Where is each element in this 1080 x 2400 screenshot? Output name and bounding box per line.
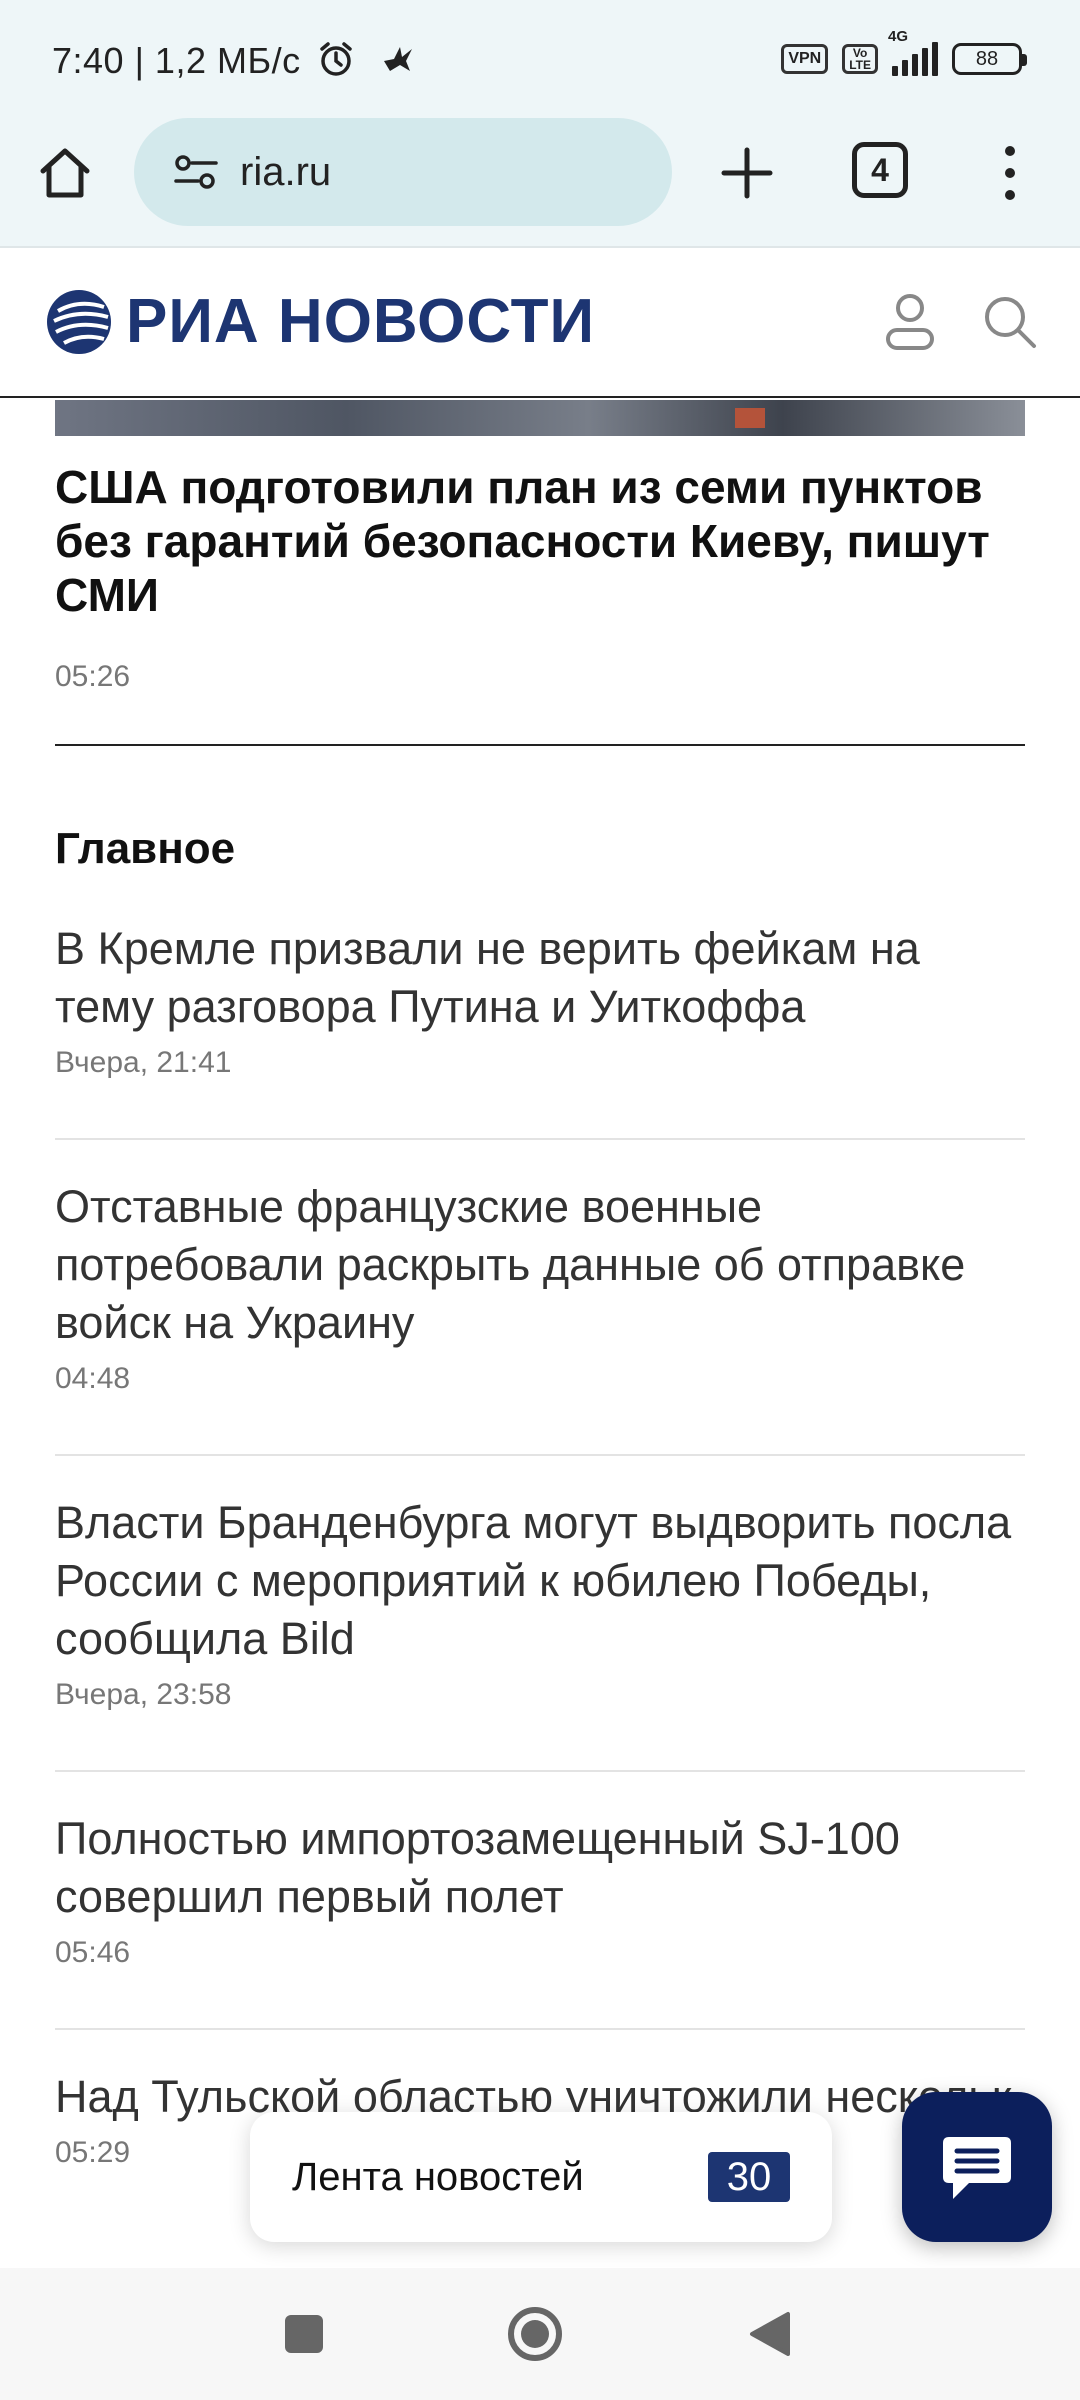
news-title[interactable]: Полностью импортозамещенный SJ-100 совер… — [55, 1810, 1025, 1926]
new-tab-button[interactable] — [712, 138, 782, 208]
news-time: 04:48 — [55, 1362, 131, 1395]
site-settings-icon[interactable] — [174, 152, 218, 192]
hero-time: 05:26 — [55, 660, 131, 693]
news-item[interactable]: В Кремле призвали не верить фейкам на те… — [55, 920, 1025, 1080]
news-feed-label: Лента новостей — [292, 2154, 584, 2199]
battery-icon: 88 — [952, 43, 1027, 75]
browser-chrome: 7:40 | 1,2 МБ/с VPN Vo LTE 4G 88 ria.ru … — [0, 0, 1080, 248]
news-time: Вчера, 21:41 — [55, 1046, 232, 1079]
status-bar: 7:40 | 1,2 МБ/с VPN Vo LTE 4G 88 — [0, 0, 1080, 118]
url-text: ria.ru — [240, 149, 332, 194]
user-icon[interactable] — [880, 290, 940, 354]
circle-icon — [508, 2307, 562, 2361]
browser-menu-button[interactable] — [990, 138, 1030, 208]
news-divider — [55, 1138, 1025, 1140]
search-icon[interactable] — [980, 292, 1040, 352]
logo-text: РИА НОВОСТИ — [126, 287, 596, 356]
network-type: 4G — [888, 28, 909, 45]
signal-icon: 4G — [888, 28, 938, 76]
news-item[interactable]: Полностью импортозамещенный SJ-100 совер… — [55, 1810, 1025, 1970]
menu-dot — [1005, 190, 1015, 200]
bird-notification-icon — [380, 41, 416, 86]
hero-title[interactable]: США подготовили план из семи пунктов без… — [55, 460, 1035, 622]
battery-level: 88 — [975, 47, 999, 70]
news-time: Вчера, 23:58 — [55, 1678, 232, 1711]
news-feed-count: 30 — [708, 2152, 790, 2202]
triangle-back-icon — [750, 2312, 790, 2356]
home-nav-button[interactable] — [505, 2304, 565, 2364]
news-item[interactable]: Отставные французские военные потребовал… — [55, 1178, 1025, 1396]
browser-toolbar: ria.ru 4 — [0, 118, 1080, 248]
site-header: РИА НОВОСТИ — [0, 250, 1080, 398]
news-divider — [55, 1770, 1025, 1772]
home-icon — [40, 148, 90, 198]
plus-icon — [721, 147, 773, 199]
menu-dot — [1005, 168, 1015, 178]
home-button[interactable] — [30, 138, 100, 208]
news-time: 05:46 — [55, 1936, 131, 1969]
chat-icon — [943, 2137, 1011, 2199]
address-bar[interactable]: ria.ru — [134, 118, 672, 226]
menu-dot — [1005, 146, 1015, 156]
status-time-speed: 7:40 | 1,2 МБ/с — [52, 40, 416, 87]
hero-divider — [55, 744, 1025, 746]
chat-button[interactable] — [902, 2092, 1052, 2242]
volte-bottom: LTE — [849, 58, 871, 72]
system-nav-bar — [0, 2268, 1080, 2400]
volte-icon: Vo LTE — [842, 44, 878, 74]
main-content: США подготовили план из семи пунктов без… — [0, 400, 1080, 2268]
news-feed-button[interactable]: Лента новостей 30 — [250, 2112, 832, 2242]
vpn-icon: VPN — [781, 44, 829, 74]
section-title[interactable]: Главное — [55, 824, 235, 874]
ria-logo[interactable]: РИА НОВОСТИ — [44, 286, 595, 357]
tab-count: 4 — [871, 151, 889, 188]
back-button[interactable] — [740, 2304, 800, 2364]
news-title[interactable]: В Кремле призвали не верить фейкам на те… — [55, 920, 1025, 1036]
hero-image-detail — [735, 408, 765, 428]
news-item[interactable]: Власти Бранденбурга могут выдворить посл… — [55, 1494, 1025, 1712]
hero-image[interactable] — [55, 400, 1025, 436]
news-divider — [55, 2028, 1025, 2030]
status-icons: VPN Vo LTE 4G 88 — [781, 28, 1027, 76]
news-divider — [55, 1454, 1025, 1456]
alarm-icon — [317, 40, 355, 87]
tab-switcher-button[interactable]: 4 — [852, 142, 908, 198]
status-text: 7:40 | 1,2 МБ/с — [52, 40, 301, 82]
news-title[interactable]: Власти Бранденбурга могут выдворить посл… — [55, 1494, 1025, 1668]
recents-button[interactable] — [274, 2304, 334, 2364]
square-icon — [285, 2315, 323, 2353]
news-title[interactable]: Отставные французские военные потребовал… — [55, 1178, 1025, 1352]
ria-globe-icon — [47, 289, 111, 354]
